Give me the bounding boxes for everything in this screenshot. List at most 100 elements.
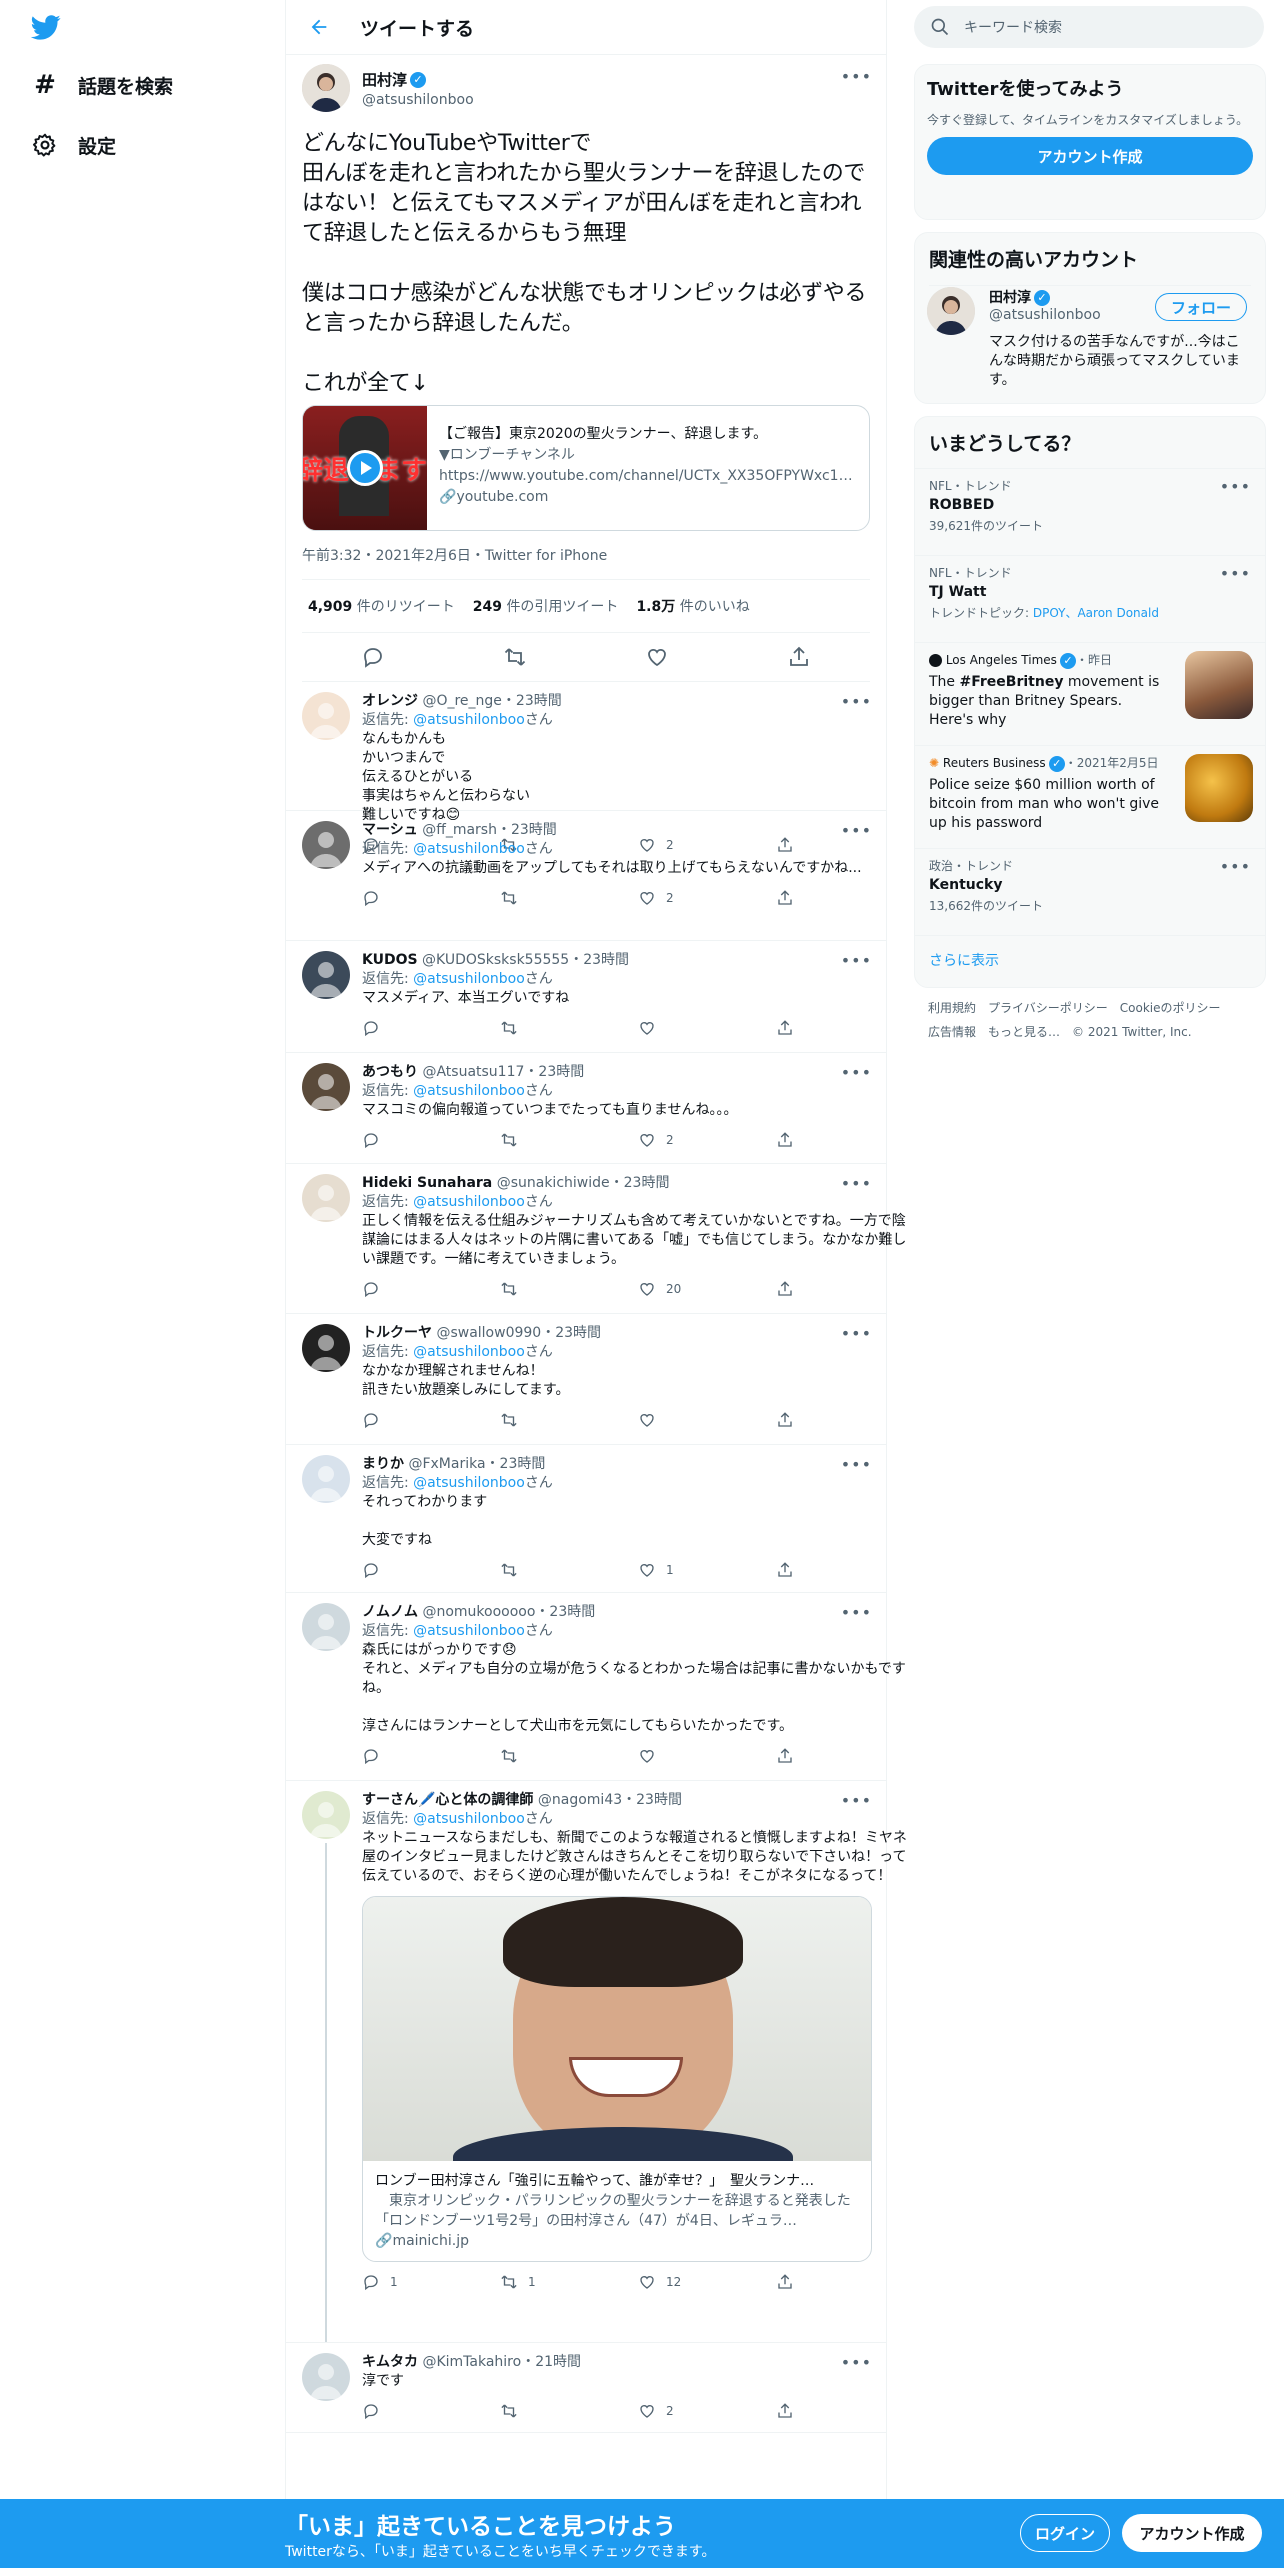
footer-links-1[interactable]: 利用規約 プライバシーポリシー Cookieのポリシー — [928, 998, 1221, 1018]
reply-time[interactable]: ・21時間 — [521, 2354, 581, 2370]
reply-button[interactable] — [362, 1747, 500, 1765]
avatar[interactable] — [302, 1791, 350, 1839]
reply-tweet[interactable]: オレンジ @O_re_nge・23時間 返信先: @atsushilonbooさ… — [286, 682, 886, 854]
news-item[interactable]: ✺ Reuters Business ✓ ・2021年2月5日 Police sei… — [915, 745, 1265, 848]
more-options-icon[interactable]: ••• — [1220, 857, 1251, 876]
reply-button[interactable] — [362, 1411, 500, 1429]
avatar[interactable] — [302, 1174, 350, 1222]
avatar[interactable] — [302, 1455, 350, 1503]
reply-time[interactable]: ・23時間 — [486, 1456, 546, 1472]
reply-author-name[interactable]: キムタカ — [362, 2354, 418, 2370]
back-arrow-icon[interactable] — [304, 12, 334, 42]
reply-time[interactable]: ・23時間 — [524, 1064, 584, 1080]
more-options-icon[interactable]: ••• — [841, 692, 872, 711]
more-options-icon[interactable]: ••• — [841, 2353, 872, 2372]
signup-button[interactable]: アカウント作成 — [1122, 2514, 1262, 2552]
reply-tweet[interactable]: まりか @FxMarika・23時間 返信先: @atsushilonbooさん… — [286, 1445, 886, 1593]
share-button[interactable] — [776, 2402, 914, 2420]
avatar[interactable] — [302, 1324, 350, 1372]
nav-settings[interactable]: 設定 — [30, 125, 116, 165]
reply-author-handle[interactable]: @FxMarika — [408, 1456, 485, 1472]
like-button[interactable]: 2 — [638, 889, 776, 908]
quotes-stat[interactable]: 249 件の引用ツイート — [473, 596, 619, 616]
video-thumbnail[interactable]: 辞退します — [303, 406, 427, 530]
reply-to-handle[interactable]: @atsushilonboo — [413, 1623, 525, 1639]
reply-tweet[interactable]: あつもり @Atsuatsu117・23時間 返信先: @atsushilonb… — [286, 1053, 886, 1164]
reply-button[interactable] — [362, 889, 500, 907]
retweet-button[interactable] — [500, 1561, 638, 1579]
related-handle[interactable]: @atsushilonboo — [989, 307, 1101, 323]
like-button[interactable] — [638, 1747, 776, 1765]
reply-author-handle[interactable]: @KimTakahiro — [422, 2354, 521, 2370]
reply-to-handle[interactable]: @atsushilonboo — [413, 712, 525, 728]
reply-author-handle[interactable]: @nomukoooooo — [422, 1604, 535, 1620]
like-button[interactable]: 1 — [638, 1561, 776, 1580]
twitter-logo-icon[interactable] — [28, 12, 64, 42]
reply-time[interactable]: ・23時間 — [497, 822, 557, 838]
retweets-stat[interactable]: 4,909 件のリツイート — [308, 596, 455, 616]
reply-tweet[interactable]: トルクーヤ @swallow0990・23時間 返信先: @atsushilon… — [286, 1314, 886, 1445]
reply-author-handle[interactable]: @swallow0990 — [436, 1325, 541, 1341]
more-options-icon[interactable]: ••• — [841, 1603, 872, 1622]
avatar[interactable] — [302, 64, 350, 112]
reply-button[interactable] — [362, 1280, 500, 1298]
avatar[interactable] — [302, 1603, 350, 1651]
more-options-icon[interactable]: ••• — [841, 67, 872, 86]
avatar[interactable] — [302, 821, 350, 869]
tweet-timestamp[interactable]: 午前3:32・2021年2月6日・Twitter for iPhone — [302, 531, 870, 580]
share-button[interactable] — [776, 1131, 914, 1149]
reply-time[interactable]: ・23時間 — [541, 1325, 601, 1341]
retweet-button[interactable] — [500, 889, 638, 907]
reply-author-handle[interactable]: @nagomi43 — [538, 1792, 622, 1808]
avatar[interactable] — [302, 2353, 350, 2401]
more-options-icon[interactable]: ••• — [841, 1174, 872, 1193]
footer-links-2[interactable]: 広告情報 もっと見る… © 2021 Twitter, Inc. — [928, 1022, 1192, 1042]
reply-to-handle[interactable]: @atsushilonboo — [413, 1344, 525, 1360]
nav-explore[interactable]: # 話題を検索 — [30, 65, 173, 105]
show-more-link[interactable]: さらに表示 — [915, 935, 1265, 994]
play-icon[interactable] — [347, 450, 383, 486]
share-button[interactable] — [776, 889, 914, 907]
likes-stat[interactable]: 1.8万 件のいいね — [636, 596, 749, 616]
reply-button[interactable] — [362, 2402, 500, 2420]
share-icon[interactable] — [787, 645, 811, 669]
share-button[interactable] — [776, 1280, 914, 1298]
create-account-button[interactable]: アカウント作成 — [927, 137, 1253, 175]
reply-author-name[interactable]: KUDOS — [362, 952, 418, 968]
reply-icon[interactable] — [361, 645, 385, 669]
more-options-icon[interactable]: ••• — [1220, 564, 1251, 583]
reply-author-handle[interactable]: @ff_marsh — [422, 822, 497, 838]
reply-author-name[interactable]: ノムノム — [362, 1604, 418, 1620]
trend-item[interactable]: NFL・トレンド ROBBED 39,621件のツイート ••• — [915, 468, 1265, 555]
reply-author-name[interactable]: まりか — [362, 1456, 404, 1472]
reply-button[interactable] — [362, 1561, 500, 1579]
author-name[interactable]: 田村淳 — [362, 71, 407, 89]
retweet-button[interactable] — [500, 1131, 638, 1149]
retweet-button[interactable] — [500, 2402, 638, 2420]
reply-tweet[interactable]: Hideki Sunahara @sunakichiwide・23時間 返信先:… — [286, 1164, 906, 1314]
related-avatar[interactable] — [927, 287, 975, 335]
avatar[interactable] — [302, 951, 350, 999]
more-options-icon[interactable]: ••• — [841, 1455, 872, 1474]
reply-tweet[interactable]: KUDOS @KUDOSksksk55555・23時間 返信先: @atsush… — [286, 941, 886, 1053]
trend-related-links[interactable]: DPOY、Aaron Donald — [1033, 606, 1159, 620]
reply-time[interactable]: ・23時間 — [622, 1792, 682, 1808]
reply-button[interactable]: 1 — [362, 2273, 500, 2292]
reply-to-handle[interactable]: @atsushilonboo — [413, 971, 525, 987]
reply-author-handle[interactable]: @KUDOSksksk55555 — [422, 952, 569, 968]
reply-author-name[interactable]: Hideki Sunahara — [362, 1175, 492, 1191]
avatar[interactable] — [302, 1063, 350, 1111]
like-button[interactable] — [638, 1019, 776, 1037]
reply-to-handle[interactable]: @atsushilonboo — [413, 1194, 525, 1210]
news-item[interactable]: Los Angeles Times ✓ ・昨日 The #FreeBritney m… — [915, 642, 1265, 745]
reply-time[interactable]: ・23時間 — [535, 1604, 595, 1620]
search-bar[interactable]: キーワード検索 — [914, 6, 1264, 48]
more-options-icon[interactable]: ••• — [841, 1791, 872, 1810]
reply-button[interactable] — [362, 1019, 500, 1037]
retweet-icon[interactable] — [503, 645, 527, 669]
reply-author-handle[interactable]: @O_re_nge — [422, 693, 501, 709]
trend-item[interactable]: 政治・トレンド Kentucky 13,662件のツイート ••• — [915, 848, 1265, 935]
like-button[interactable] — [638, 1411, 776, 1429]
link-card[interactable]: ロンブー田村淳さん「強引に五輪やって、誰が幸せ？」 聖火ランナ… 東京オリンピッ… — [362, 1896, 872, 2262]
reply-author-name[interactable]: マーシュ — [362, 822, 418, 838]
